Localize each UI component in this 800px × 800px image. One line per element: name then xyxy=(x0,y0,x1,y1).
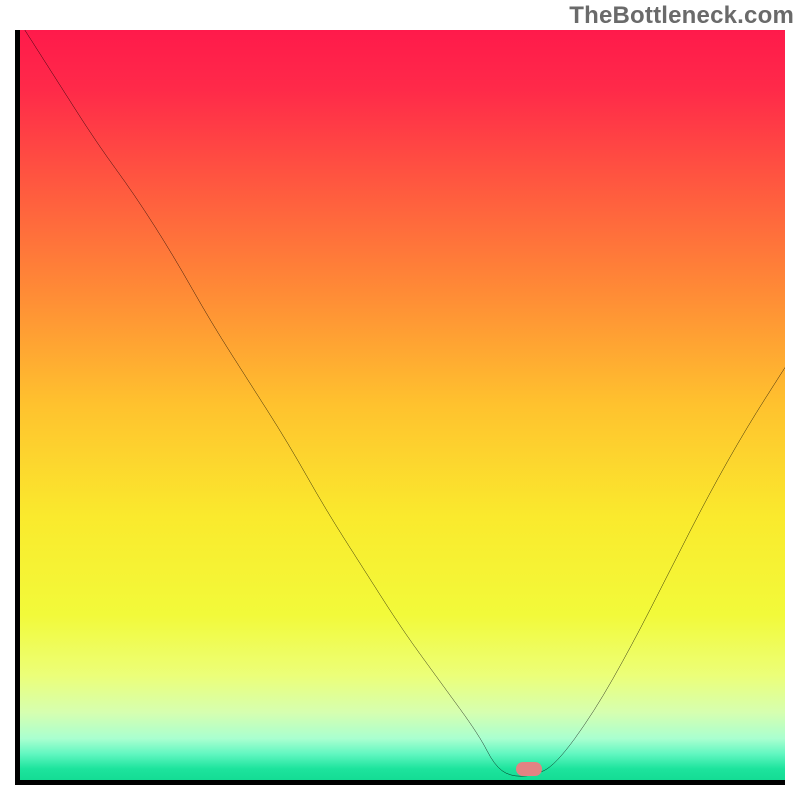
chart-container: TheBottleneck.com xyxy=(0,0,800,800)
watermark-text: TheBottleneck.com xyxy=(569,2,794,30)
bottleneck-curve xyxy=(20,30,785,780)
optimal-point-marker xyxy=(516,762,542,776)
plot-area xyxy=(15,30,785,785)
